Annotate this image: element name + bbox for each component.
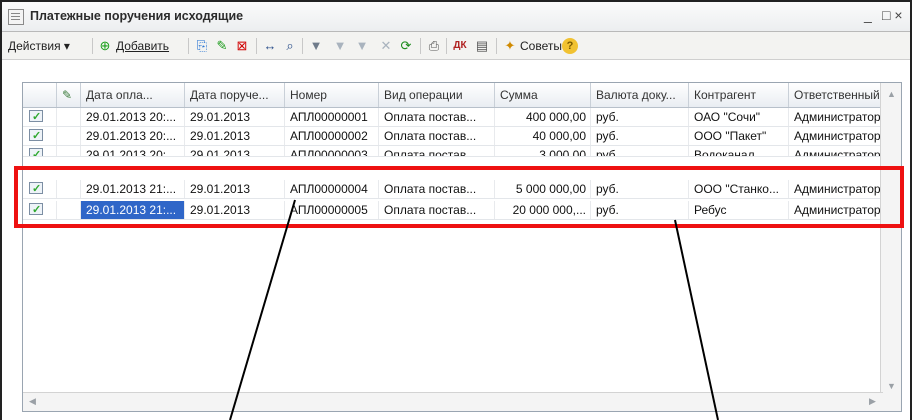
cell-pay-date: 29.01.2013 20:... (81, 127, 185, 145)
column-header-number[interactable]: Номер (285, 83, 379, 107)
column-header-sum[interactable]: Сумма (495, 83, 591, 107)
cell-counterparty: Водоканал (689, 146, 789, 156)
actions-menu-button[interactable]: Действия ▾ (8, 36, 70, 56)
cell-counterparty: ООО "Пакет" (689, 127, 789, 145)
search-icon[interactable]: ⌕ (282, 38, 298, 54)
column-header-pay-date[interactable]: Дата опла... (81, 83, 185, 107)
cell-pay-date: 29.01.2013 20:... (81, 108, 185, 126)
table-header: ✎ Дата опла... Дата поруче... Номер Вид … (23, 83, 901, 108)
window-title: Платежные поручения исходящие (30, 9, 244, 23)
table-row[interactable]: 29.01.2013 20:... 29.01.2013 АПЛ00000001… (23, 108, 883, 127)
cell-pay-date: 29.01.2013 20: (81, 146, 185, 156)
toolbar-separator (92, 38, 93, 54)
window-icon (8, 9, 24, 25)
print-icon[interactable]: ⎙ (426, 38, 442, 54)
filter-off-icon[interactable]: ▼ (332, 38, 348, 54)
cell-sum: 40 000,00 (495, 127, 591, 145)
title-bar: Платежные поручения исходящие _ □ × (2, 2, 910, 32)
help-button[interactable]: ? (562, 38, 578, 54)
documents-table: ✎ Дата опла... Дата поруче... Номер Вид … (22, 82, 902, 412)
delete-icon[interactable]: ⊠ (234, 38, 250, 54)
add-button[interactable]: Добавить (116, 36, 169, 56)
cell-counterparty: ОАО "Сочи" (689, 108, 789, 126)
cell-currency: руб. (591, 108, 689, 126)
cell-responsible: Администратор (789, 108, 883, 126)
scroll-right-icon[interactable]: ▶ (869, 396, 876, 407)
cell-operation: Оплата постав (379, 146, 495, 156)
filter-icon[interactable]: ▼ (308, 38, 324, 54)
cell-order-date: 29.01.2013 (185, 127, 285, 145)
navigate-icon[interactable]: ↔ (262, 38, 278, 54)
scroll-left-icon[interactable]: ◀ (29, 396, 36, 407)
column-header-operation[interactable]: Вид операции (379, 83, 495, 107)
tips-icon[interactable]: ✦ (502, 38, 518, 54)
toolbar-separator (420, 38, 421, 54)
toolbar-separator (446, 38, 447, 54)
tips-button[interactable]: Советы (520, 36, 562, 56)
toolbar: Действия ▾ ⊕ Добавить ⎘ ✎ ⊠ ↔ ⌕ ▼ ▼ ▼ ✕ … (2, 32, 910, 60)
horizontal-scrollbar[interactable]: ◀ ▶ (23, 392, 883, 411)
toolbar-separator (188, 38, 189, 54)
cell-currency: руб. (591, 146, 689, 156)
scroll-up-icon[interactable]: ▲ (887, 89, 896, 99)
column-header-order-date[interactable]: Дата поруче... (185, 83, 285, 107)
cell-currency: руб. (591, 127, 689, 145)
copy-icon[interactable]: ⎘ (194, 38, 210, 54)
highlight-frame (14, 166, 904, 228)
posted-document-icon (29, 127, 43, 145)
cell-responsible: Администратор (789, 146, 883, 156)
edit-icon[interactable]: ✎ (214, 38, 230, 54)
cell-order-date: 29.01.2013 (185, 146, 285, 156)
table-row[interactable]: 29.01.2013 20:... 29.01.2013 АПЛ00000002… (23, 127, 883, 146)
column-header-responsible[interactable]: Ответственный (789, 83, 883, 107)
cell-operation: Оплата постав... (379, 127, 495, 145)
refresh-icon[interactable]: ⟳ (398, 38, 414, 54)
clear-filter-icon[interactable]: ✕ (378, 38, 394, 54)
report-icon[interactable]: ▤ (474, 38, 490, 54)
cell-responsible: Администратор (789, 127, 883, 145)
toolbar-separator (256, 38, 257, 54)
column-header-currency[interactable]: Валюта доку... (591, 83, 689, 107)
cell-operation: Оплата постав... (379, 108, 495, 126)
cell-sum: 400 000,00 (495, 108, 591, 126)
vertical-scrollbar[interactable]: ▲ ▼ (880, 83, 901, 411)
table-row[interactable]: 29.01.2013 20: 29.01.2013 АПЛ00000003 Оп… (23, 146, 883, 157)
cell-order-date: 29.01.2013 (185, 108, 285, 126)
dt-kt-icon[interactable]: ДК (452, 38, 468, 54)
column-header-counterparty[interactable]: Контрагент (689, 83, 789, 107)
close-button[interactable]: □ × (882, 7, 903, 23)
cell-number: АПЛ00000003 (285, 146, 379, 156)
column-header-icon[interactable] (23, 83, 57, 107)
cell-number: АПЛ00000001 (285, 108, 379, 126)
filter-list-icon[interactable]: ▼ (354, 38, 370, 54)
column-header-attachment-icon[interactable]: ✎ (57, 83, 81, 107)
toolbar-separator (302, 38, 303, 54)
posted-document-icon (29, 108, 43, 126)
cell-sum: 3 000,00 (495, 146, 591, 156)
cell-number: АПЛ00000002 (285, 127, 379, 145)
minimize-button[interactable]: _ (864, 7, 872, 23)
toolbar-separator (496, 38, 497, 54)
scroll-down-icon[interactable]: ▼ (887, 381, 896, 391)
add-icon[interactable]: ⊕ (97, 38, 113, 54)
posted-document-icon (29, 146, 43, 156)
